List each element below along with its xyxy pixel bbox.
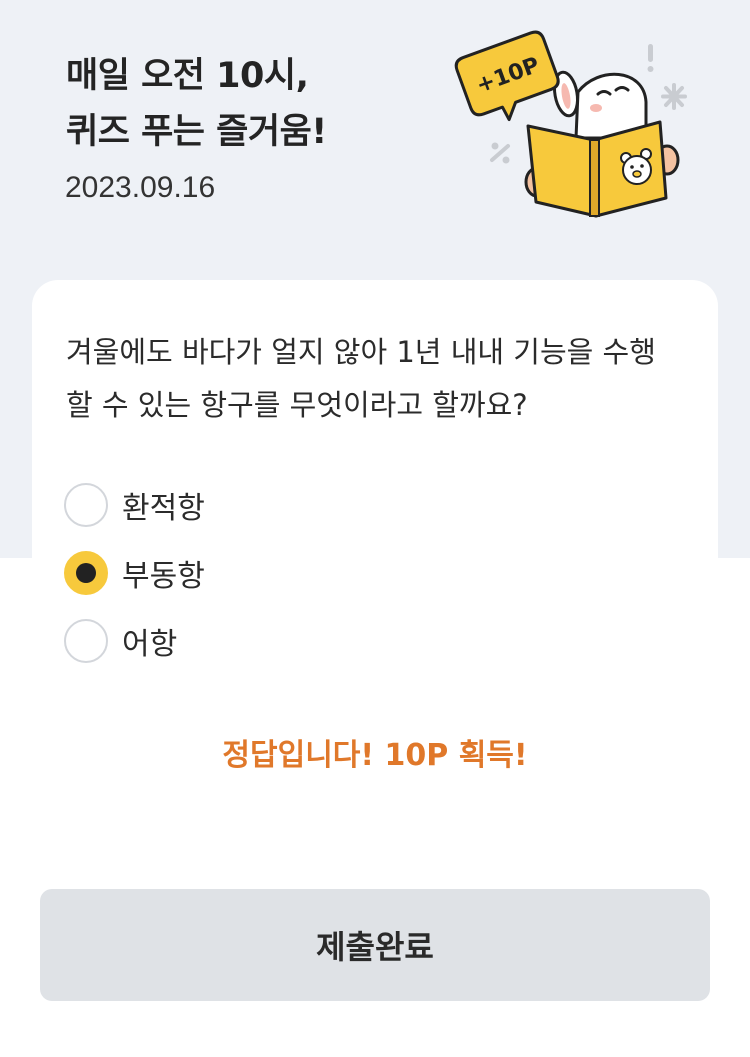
quiz-question: 겨울에도 바다가 얼지 않아 1년 내내 기능을 수행 할 수 있는 항구를 무…	[66, 326, 696, 432]
exclamation-icon	[647, 44, 654, 72]
answer-option-label: 부동항	[122, 559, 205, 594]
answer-option-1[interactable]: 환적항	[64, 482, 205, 528]
percent-icon	[490, 142, 510, 164]
radio-button[interactable]	[64, 483, 108, 527]
answer-option-3[interactable]: 어항	[64, 618, 205, 664]
page-title: 매일 오전 10시, 퀴즈 푸는 즐거움!	[66, 48, 327, 160]
result-message: 정답입니다! 10P 획득!	[222, 738, 528, 773]
title-line-1: 매일 오전 10시,	[66, 56, 309, 96]
answer-option-label: 환적항	[122, 491, 205, 526]
answer-option-label: 어항	[122, 627, 178, 662]
question-line-2: 할 수 있는 항구를 무엇이라고 할까요?	[66, 388, 528, 422]
points-badge: +10P	[454, 30, 560, 122]
sparkle-icon	[661, 83, 687, 110]
answer-options: 환적항 부동항 어항	[64, 482, 205, 686]
title-line-2: 퀴즈 푸는 즐거움!	[66, 112, 327, 152]
rabbit-reading-book-icon: +10P	[454, 30, 687, 218]
rabbit-icon	[553, 70, 648, 140]
radio-dot	[76, 563, 96, 583]
radio-button[interactable]	[64, 619, 108, 663]
answer-option-2[interactable]: 부동항	[64, 550, 205, 596]
quiz-date: 2023.09.16	[65, 171, 216, 204]
radio-selected-icon[interactable]	[64, 551, 108, 595]
question-line-1: 겨울에도 바다가 얼지 않아 1년 내내 기능을 수행	[66, 335, 656, 369]
submit-button[interactable]: 제출완료	[40, 889, 710, 1001]
